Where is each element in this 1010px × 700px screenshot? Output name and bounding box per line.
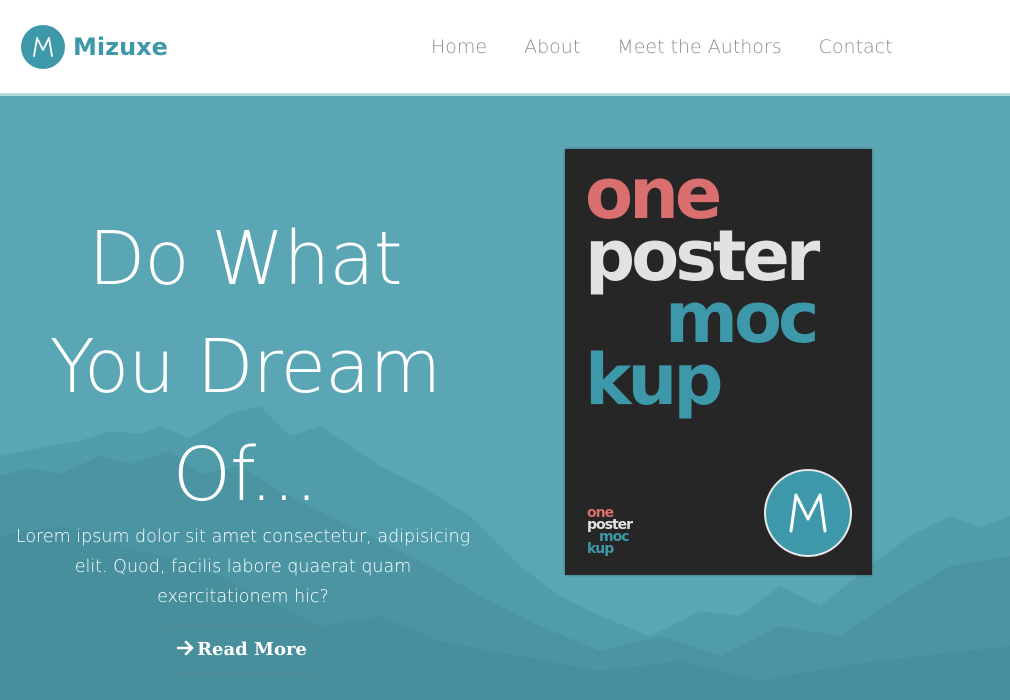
- nav-contact[interactable]: Contact: [819, 36, 893, 58]
- logo-m-icon: [21, 25, 65, 69]
- hero-title-line: Of...: [172, 432, 318, 518]
- hero-title: Do What You Dream Of...: [0, 205, 490, 529]
- brand-name: Mizuxe: [73, 33, 168, 61]
- poster-headline: one poster moc kup: [585, 159, 820, 415]
- site-header: Mizuxe Home About Meet the Authors Conta…: [0, 0, 1010, 96]
- landing-page: Mizuxe Home About Meet the Authors Conta…: [0, 0, 1010, 700]
- poster-small-wordmark: one poster moc kup: [587, 506, 633, 556]
- read-more-button[interactable]: Read More: [168, 624, 316, 674]
- nav-about[interactable]: About: [524, 36, 580, 58]
- arrow-right-icon: [176, 637, 195, 661]
- poster-mockup-image: one poster moc kup one poster moc kup: [565, 149, 872, 575]
- poster-m-badge-icon: [764, 469, 852, 557]
- nav-home[interactable]: Home: [431, 36, 487, 58]
- hero-description: Lorem ipsum dolor sit amet consectetur, …: [15, 527, 471, 607]
- main-nav: Home About Meet the Authors Contact: [431, 36, 930, 58]
- logo-m-glyph: [33, 37, 53, 57]
- hero-title-line: You Dream: [49, 324, 442, 410]
- read-more-label: Read More: [197, 638, 307, 660]
- nav-meet-the-authors[interactable]: Meet the Authors: [617, 36, 781, 58]
- brand-logo-link[interactable]: Mizuxe: [21, 25, 168, 69]
- hero-title-line: Do What: [88, 216, 402, 302]
